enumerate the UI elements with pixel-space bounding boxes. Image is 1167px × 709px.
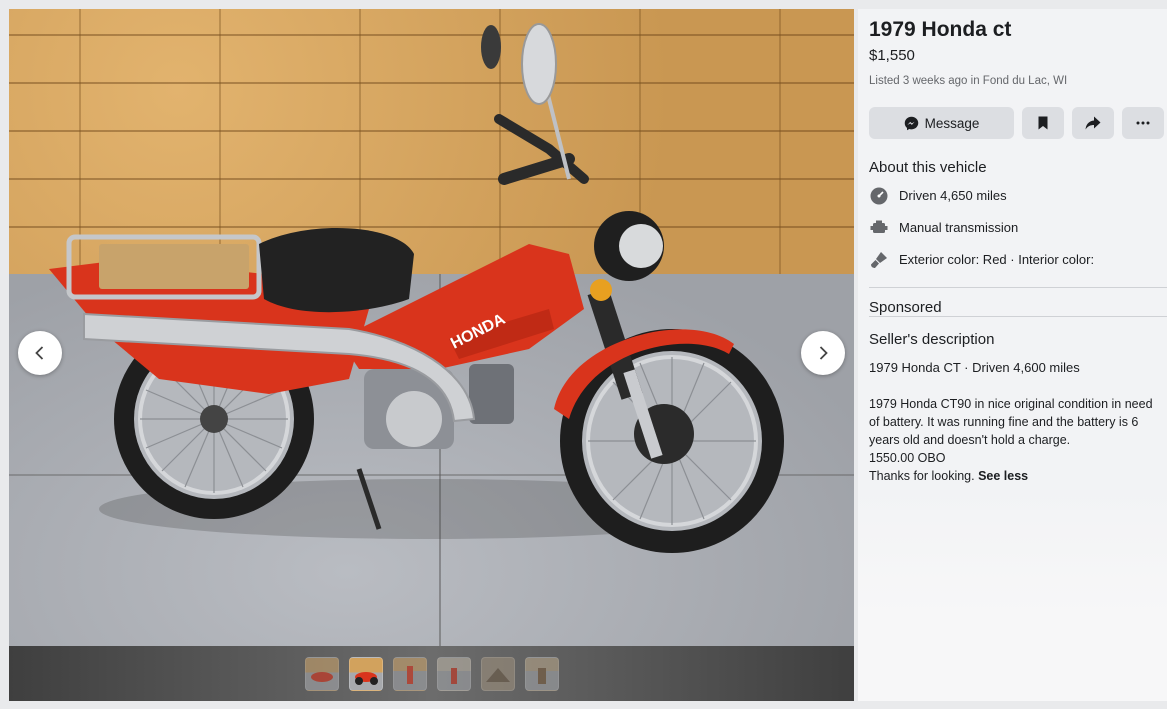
spec-color-text: Exterior color: Red · Interior color: [899,252,1095,267]
listing-title: 1979 Honda ct [869,18,1012,41]
engine-icon [869,218,888,237]
messenger-icon [904,116,918,130]
see-less-link[interactable]: See less [978,469,1028,483]
chevron-right-icon [819,346,828,360]
speedometer-icon [869,186,888,205]
more-options-button[interactable] [1122,107,1164,139]
photo-viewer: HONDA [9,9,854,701]
spec-transmission: Manual transmission [869,218,1018,237]
message-button-label: Message [924,115,980,131]
previous-photo-button[interactable] [18,331,62,375]
spec-transmission-text: Manual transmission [899,220,1019,235]
thumbnail-strip [9,646,854,701]
share-button[interactable] [1072,107,1114,139]
divider [869,287,1167,288]
thumbnail-6[interactable] [524,656,559,691]
paint-brush-icon [869,250,888,269]
panel-bottom-fade [858,489,1167,701]
thumbnail-5[interactable] [480,656,515,691]
save-button[interactable] [1022,107,1064,139]
bookmark-icon [1038,116,1048,130]
sponsored-heading: Sponsored [869,299,942,316]
description-heading: Seller's description [869,331,995,348]
description-paragraph: 1979 Honda CT90 in nice original conditi… [869,397,1153,447]
listing-photo: HONDA [9,9,854,646]
description-price-line: 1550.00 OBO [869,451,946,465]
description-summary: 1979 Honda CT · Driven 4,600 miles [869,360,1080,375]
spec-mileage-text: Driven 4,650 miles [899,188,1007,203]
listing-meta: Listed 3 weeks ago in Fond du Lac, WI [869,75,1068,87]
listing-details-panel: 1979 Honda ct $1,550 Listed 3 weeks ago … [858,9,1167,701]
thumbnail-2[interactable] [348,656,383,691]
about-heading: About this vehicle [869,159,987,176]
divider [869,316,1167,317]
description-closing-text: Thanks for looking. [869,469,975,483]
spec-mileage: Driven 4,650 miles [869,186,1007,205]
more-dots-icon [1136,121,1150,125]
thumbnail-1[interactable] [304,656,339,691]
thumbnail-4[interactable] [436,656,471,691]
thumbnail-3[interactable] [392,656,427,691]
listing-price: $1,550 [869,47,915,64]
spec-color: Exterior color: Red · Interior color: [869,250,1094,269]
description-body: 1979 Honda CT90 in nice original conditi… [869,395,1161,485]
action-bar: Message [869,107,1164,139]
chevron-left-icon [35,346,44,360]
share-arrow-icon [1085,116,1101,130]
next-photo-button[interactable] [801,331,845,375]
motorcycle-image: HONDA [49,23,784,553]
description-closing-line: Thanks for looking. See less [869,467,1161,485]
message-button[interactable]: Message [869,107,1014,139]
